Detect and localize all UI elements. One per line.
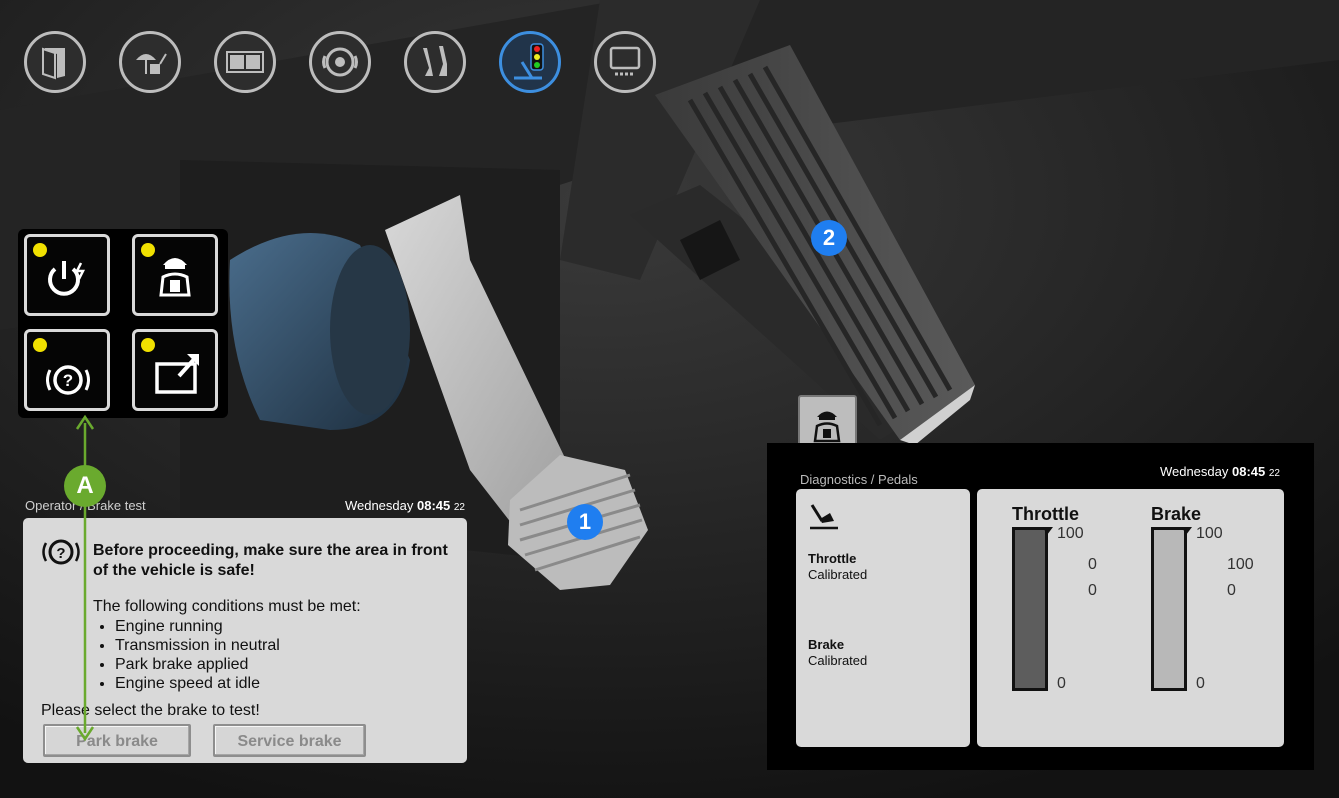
throttle-readout: 0 bbox=[1088, 556, 1097, 573]
throttle-gauge-title: Throttle bbox=[1012, 504, 1079, 524]
throttle-readout-2: 0 bbox=[1088, 582, 1097, 599]
windows-icon bbox=[226, 51, 264, 73]
nav-pedals-button[interactable] bbox=[404, 31, 466, 93]
gauge-max-marker bbox=[1043, 527, 1053, 535]
nav-windows-button[interactable] bbox=[214, 31, 276, 93]
brake-readout: 100 bbox=[1227, 556, 1254, 573]
service-brake-button[interactable]: Service brake bbox=[213, 724, 366, 757]
nav-traffic-light-button[interactable] bbox=[499, 31, 561, 93]
brake-warning-icon: ? bbox=[46, 365, 90, 395]
export-button[interactable] bbox=[132, 329, 218, 411]
brake-disc-icon bbox=[322, 47, 358, 77]
brake-gauge bbox=[1151, 527, 1187, 691]
operator-icon bbox=[159, 258, 191, 297]
svg-text:?: ? bbox=[56, 545, 65, 562]
safety-warning: Before proceeding, make sure the area in… bbox=[93, 542, 448, 579]
throttle-status: Calibrated bbox=[808, 567, 868, 582]
cleaning-icon bbox=[136, 53, 167, 74]
svg-text:?: ? bbox=[63, 371, 73, 390]
clock: Wednesday 08:45 22 bbox=[344, 498, 465, 513]
operator-button[interactable] bbox=[132, 234, 218, 316]
nav-door-button[interactable] bbox=[24, 31, 86, 93]
list-item: Engine running bbox=[115, 617, 280, 636]
brake-warning-button[interactable]: ? bbox=[24, 329, 110, 411]
breadcrumb: Diagnostics / Pedals bbox=[800, 472, 918, 487]
traffic-light-icon bbox=[514, 43, 544, 80]
gauge-max-marker bbox=[1182, 527, 1192, 535]
pedals-icon bbox=[423, 46, 447, 76]
brake-readout-2: 0 bbox=[1227, 582, 1236, 599]
export-icon bbox=[155, 354, 199, 394]
brake-label: Brake bbox=[808, 637, 845, 652]
nav-cleaning-button[interactable] bbox=[119, 31, 181, 93]
callout-a: A bbox=[64, 465, 106, 507]
nav-display-button[interactable] bbox=[594, 31, 656, 93]
pedal-status-card: Throttle Calibrated Brake Calibrated bbox=[796, 489, 970, 747]
list-item: Engine speed at idle bbox=[115, 674, 280, 693]
brake-min: 0 bbox=[1196, 675, 1205, 692]
brake-max: 100 bbox=[1196, 525, 1223, 542]
throttle-min: 0 bbox=[1057, 675, 1066, 692]
callout-2: 2 bbox=[811, 220, 847, 256]
power-button[interactable] bbox=[24, 234, 110, 316]
pedal-gauges-card: Throttle 100 0 0 0 Brake 100 100 0 0 bbox=[977, 489, 1284, 747]
power-icon bbox=[48, 261, 86, 296]
park-brake-button[interactable]: Park brake bbox=[43, 724, 191, 757]
throttle-label: Throttle bbox=[808, 551, 857, 566]
pedal-icon bbox=[810, 504, 838, 530]
display-icon bbox=[609, 46, 641, 76]
conditions-intro: The following conditions must be met: bbox=[93, 598, 361, 615]
list-item: Park brake applied bbox=[115, 655, 280, 674]
door-panel-icon bbox=[42, 47, 65, 80]
callout-1: 1 bbox=[567, 504, 603, 540]
list-item: Transmission in neutral bbox=[115, 636, 280, 655]
nav-brake-disc-button[interactable] bbox=[309, 31, 371, 93]
brake-status: Calibrated bbox=[808, 653, 868, 668]
conditions-list: Engine running Transmission in neutral P… bbox=[99, 617, 280, 693]
clock: Wednesday 08:45 22 bbox=[1159, 464, 1280, 479]
side-function-grid: ? bbox=[18, 229, 228, 418]
throttle-gauge bbox=[1012, 527, 1048, 691]
throttle-max: 100 bbox=[1057, 525, 1084, 542]
brake-gauge-title: Brake bbox=[1151, 504, 1202, 524]
diagnostics-panel: Diagnostics / Pedals Wednesday 08:45 22 … bbox=[767, 443, 1314, 770]
